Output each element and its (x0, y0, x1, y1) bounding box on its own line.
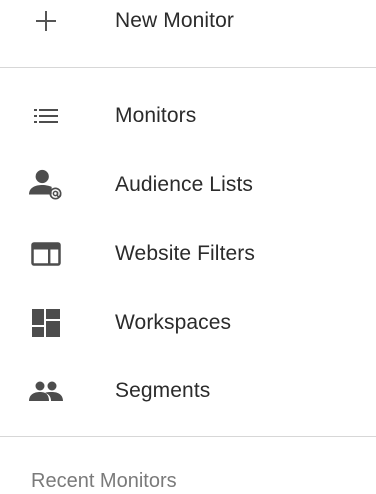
menu-item-audience-lists[interactable]: Audience Lists (0, 160, 376, 210)
menu-item-workspaces[interactable]: Workspaces (0, 298, 376, 348)
menu-item-monitors[interactable]: Monitors (0, 91, 376, 141)
browser-window-icon (29, 237, 63, 271)
list-icon (29, 99, 63, 133)
menu-item-segments[interactable]: Segments (0, 366, 376, 416)
dashboard-icon (29, 306, 63, 340)
group-icon (29, 374, 63, 408)
new-monitor-button[interactable]: New Monitor (0, 0, 376, 46)
plus-icon (29, 4, 63, 38)
recent-monitors-heading: Recent Monitors (31, 470, 177, 492)
new-monitor-label: New Monitor (115, 9, 234, 32)
person-at-icon (29, 168, 63, 202)
navigation-menu: New Monitor Monitors Audience Lists Webs… (0, 0, 376, 494)
menu-item-label: Workspaces (115, 311, 232, 334)
menu-item-website-filters[interactable]: Website Filters (0, 229, 376, 279)
divider (0, 67, 376, 68)
menu-item-label: Website Filters (115, 242, 255, 265)
divider (0, 436, 376, 437)
menu-item-label: Monitors (115, 104, 197, 127)
menu-item-label: Audience Lists (115, 173, 253, 196)
menu-item-label: Segments (115, 379, 211, 402)
